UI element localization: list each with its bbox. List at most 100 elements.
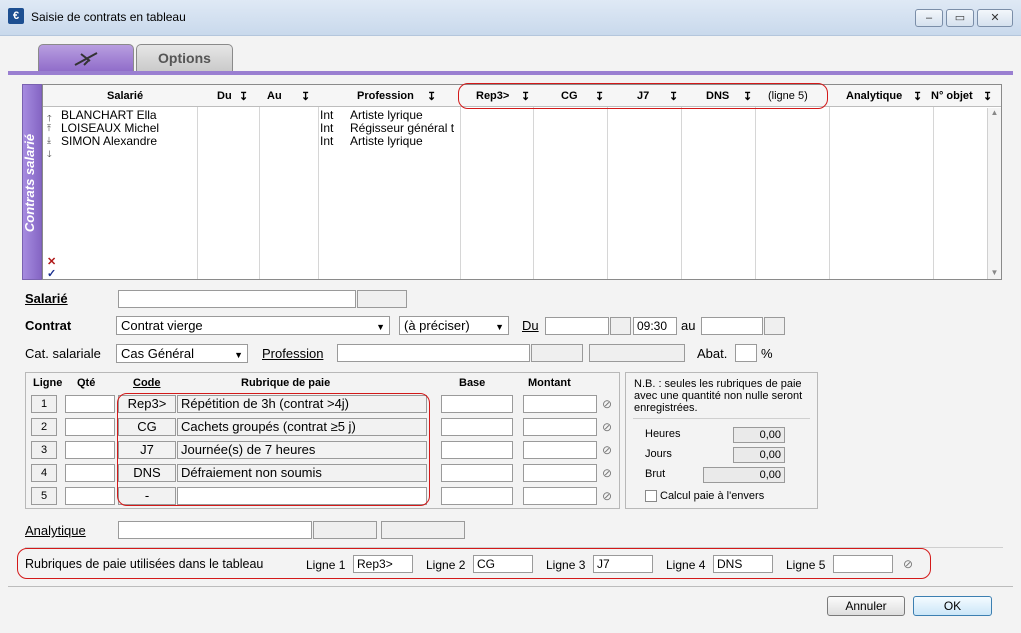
contracts-grid[interactable]: Salarié Du ↧ Au ↧ Profession ↧ Rep3> ↧ C… <box>42 84 1002 280</box>
col-du[interactable]: Du <box>217 90 232 102</box>
minimize-button[interactable]: – <box>915 9 943 27</box>
cat-select[interactable]: Cas Général ▼ <box>116 344 248 363</box>
move-bottom-icon[interactable]: ⤓ <box>47 135 51 146</box>
contrat-label: Contrat <box>25 318 72 333</box>
contrat-select[interactable]: Contrat vierge ▼ <box>116 316 390 335</box>
profession-label[interactable]: Profession <box>262 346 323 361</box>
grid-divider <box>533 107 534 279</box>
profession-code-field <box>531 344 583 362</box>
ligne2-input[interactable]: CG <box>473 555 533 573</box>
validate-row-icon[interactable]: ✓ <box>47 267 56 280</box>
clear-icon[interactable]: ⊘ <box>602 489 612 503</box>
profession-input[interactable] <box>337 344 530 362</box>
tab-main[interactable] <box>38 44 134 72</box>
date-end-day <box>764 317 785 335</box>
heures-value: 0,00 <box>733 427 785 443</box>
base-input[interactable] <box>441 464 513 482</box>
th-code[interactable]: Code <box>133 377 161 389</box>
clear-icon[interactable]: ⊘ <box>903 557 913 571</box>
salarie-label[interactable]: Salarié <box>25 291 68 306</box>
ok-button[interactable]: OK <box>913 596 992 616</box>
base-input[interactable] <box>441 418 513 436</box>
date-start-input[interactable] <box>545 317 609 335</box>
tab-underline <box>8 71 1013 75</box>
calcul-checkbox[interactable] <box>645 490 657 502</box>
row-profession: Artiste lyrique <box>350 108 423 122</box>
sort-icon[interactable]: ↧ <box>427 90 436 103</box>
th-montant: Montant <box>528 377 571 389</box>
base-input[interactable] <box>441 487 513 505</box>
qte-input[interactable] <box>65 464 115 482</box>
dropdown-arrow-icon: ▼ <box>376 322 385 332</box>
contrat-type-select[interactable]: (à préciser) ▼ <box>399 316 509 335</box>
col-profession[interactable]: Profession <box>357 90 414 102</box>
date-end-input[interactable] <box>701 317 763 335</box>
sort-icon[interactable]: ↧ <box>239 90 248 103</box>
col-analytique[interactable]: Analytique <box>846 90 902 102</box>
abat-input[interactable] <box>735 344 757 362</box>
montant-input[interactable] <box>523 395 597 413</box>
qte-input[interactable] <box>65 418 115 436</box>
sort-icon[interactable]: ↧ <box>983 90 992 103</box>
clear-icon[interactable]: ⊘ <box>602 443 612 457</box>
line-number: 5 <box>31 487 57 505</box>
montant-input[interactable] <box>523 441 597 459</box>
cat-value: Cas Général <box>121 346 194 361</box>
highlight-rubriques <box>117 393 430 506</box>
ligne1-input[interactable]: Rep3> <box>353 555 413 573</box>
tab-options[interactable]: Options <box>136 44 233 72</box>
row-profession: Artiste lyrique <box>350 134 423 148</box>
montant-input[interactable] <box>523 464 597 482</box>
col-au[interactable]: Au <box>267 90 282 102</box>
analytique-label[interactable]: Analytique <box>25 523 86 538</box>
close-button[interactable]: ✕ <box>977 9 1013 27</box>
line-number: 3 <box>31 441 57 459</box>
du-label[interactable]: Du <box>522 318 539 333</box>
ligne3-input[interactable]: J7 <box>593 555 653 573</box>
montant-input[interactable] <box>523 418 597 436</box>
cancel-button[interactable]: Annuler <box>827 596 905 616</box>
scroll-down-icon[interactable]: ▼ <box>988 268 1001 277</box>
grid-side-panel: Contrats salarié <box>22 84 42 280</box>
line-number: 2 <box>31 418 57 436</box>
grid-scrollbar[interactable]: ▲ ▼ <box>987 108 1001 279</box>
row-type: Int <box>320 108 334 122</box>
salarie-input[interactable] <box>118 290 356 308</box>
salarie-code-field <box>357 290 407 308</box>
grid-divider <box>607 107 608 279</box>
title-bar: € Saisie de contrats en tableau – ▭ ✕ <box>0 0 1021 36</box>
qte-input[interactable] <box>65 441 115 459</box>
base-input[interactable] <box>441 395 513 413</box>
grid-row[interactable]: SIMON Alexandre Int Artiste lyrique <box>61 134 423 148</box>
sort-icon[interactable]: ↧ <box>913 90 922 103</box>
brut-label: Brut <box>645 468 666 480</box>
move-down-icon[interactable]: 🡓 <box>47 147 52 163</box>
highlight-columns <box>458 83 828 109</box>
sort-icon[interactable]: ↧ <box>301 90 310 103</box>
heures-label: Heures <box>645 428 681 440</box>
move-top-icon[interactable]: ⤒ <box>47 123 51 134</box>
grid-divider <box>259 107 260 279</box>
base-input[interactable] <box>441 441 513 459</box>
ligne5-input[interactable] <box>833 555 893 573</box>
dropdown-arrow-icon: ▼ <box>495 322 504 332</box>
clear-icon[interactable]: ⊘ <box>602 420 612 434</box>
grid-row[interactable]: LOISEAUX Michel Int Régisseur général t <box>61 121 454 135</box>
analytique-input[interactable] <box>118 521 312 539</box>
date-start-day <box>610 317 631 335</box>
time-input[interactable]: 09:30 <box>633 317 677 335</box>
montant-input[interactable] <box>523 487 597 505</box>
clear-icon[interactable]: ⊘ <box>602 397 612 411</box>
col-salarie[interactable]: Salarié <box>107 90 143 102</box>
scroll-up-icon[interactable]: ▲ <box>988 108 1001 117</box>
qte-input[interactable] <box>65 487 115 505</box>
abat-label: Abat. <box>697 346 728 361</box>
clear-icon[interactable]: ⊘ <box>602 466 612 480</box>
grid-row[interactable]: BLANCHART Ella Int Artiste lyrique <box>61 108 423 122</box>
ligne4-input[interactable]: DNS <box>713 555 773 573</box>
plane-icon <box>74 52 98 66</box>
qte-input[interactable] <box>65 395 115 413</box>
col-nobjet[interactable]: N° objet <box>931 90 973 102</box>
row-type: Int <box>320 121 334 135</box>
maximize-button[interactable]: ▭ <box>946 9 974 27</box>
